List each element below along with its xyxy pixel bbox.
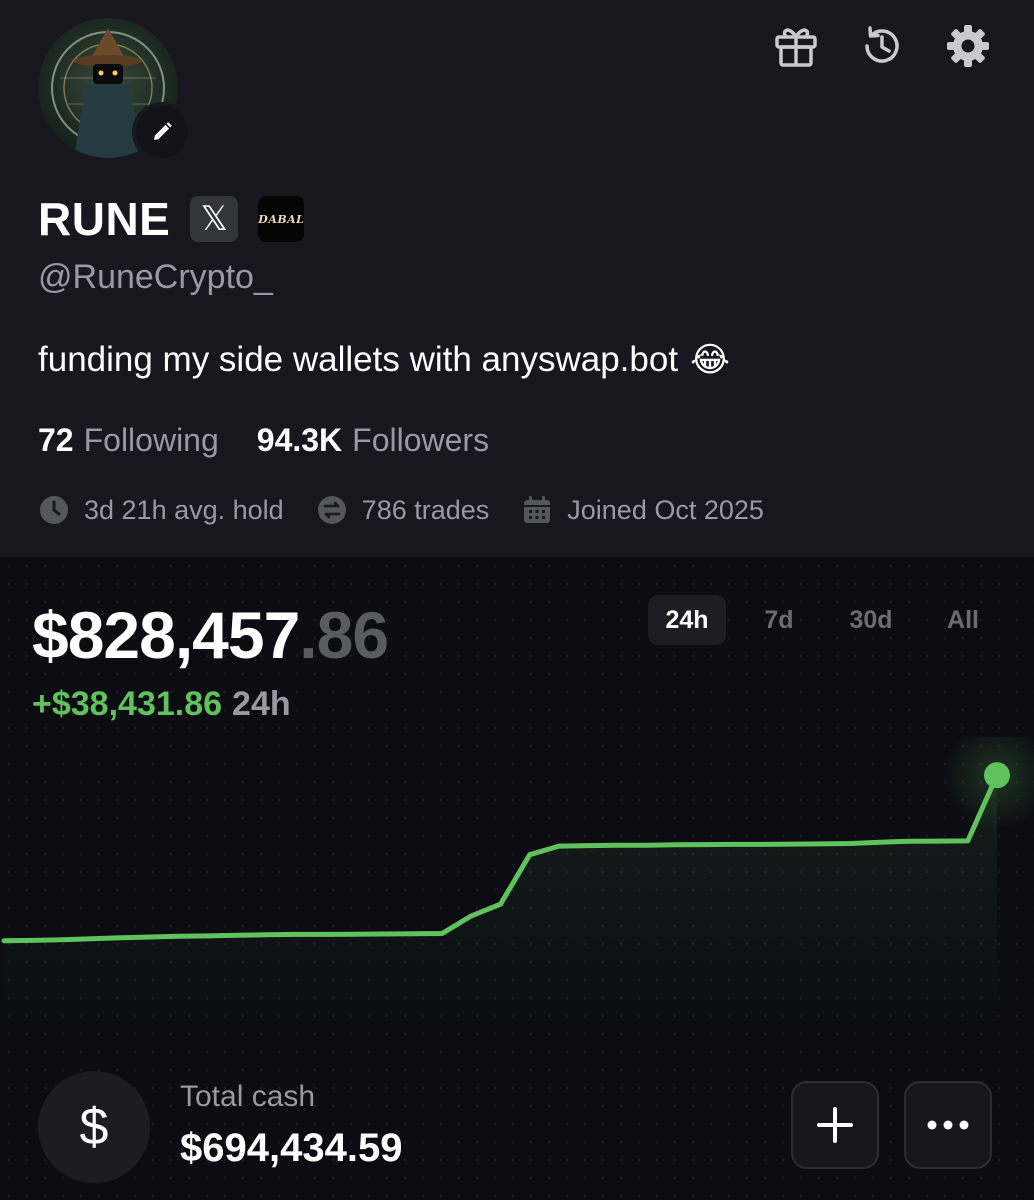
trades-text: 786 trades xyxy=(361,494,490,525)
username-handle: @RuneCrypto_ xyxy=(38,258,273,296)
bio-emoji: 😂 xyxy=(690,341,730,379)
gift-icon xyxy=(775,28,817,67)
history-button[interactable] xyxy=(858,22,906,70)
name-row: RUNE 𝕏 DABAL xyxy=(38,192,305,246)
period-all-tab[interactable]: All xyxy=(924,595,1002,645)
change-period: 24h xyxy=(232,685,291,723)
calendar-icon xyxy=(521,494,553,526)
pencil-icon xyxy=(154,122,172,140)
add-funds-button[interactable] xyxy=(791,1081,879,1169)
followers-count[interactable]: 94.3K xyxy=(257,422,342,459)
following-label[interactable]: Following xyxy=(84,422,219,459)
profile-meta: 3d 21h avg. hold 786 trades Joined Oct 2… xyxy=(38,494,796,526)
history-icon xyxy=(865,26,899,63)
display-name: RUNE xyxy=(38,193,171,245)
cash-icon: $ xyxy=(38,1071,150,1183)
gear-icon xyxy=(947,25,989,67)
period-30d-tab[interactable]: 30d xyxy=(832,595,910,645)
follow-stats: 72 Following 94.3K Followers xyxy=(38,422,489,459)
period-24h-tab[interactable]: 24h xyxy=(648,595,726,645)
avg-hold-stat: 3d 21h avg. hold xyxy=(38,494,284,526)
bio: funding my side wallets with anyswap.bot… xyxy=(38,340,730,380)
balance-main: $828,457 xyxy=(32,598,300,672)
settings-button[interactable] xyxy=(944,22,992,70)
rewards-button[interactable] xyxy=(772,22,820,70)
portfolio-balance: $828,457.86 xyxy=(32,597,389,673)
header-actions xyxy=(772,22,992,70)
period-7d-tab[interactable]: 7d xyxy=(740,595,818,645)
portfolio-chart[interactable] xyxy=(0,737,1034,1037)
trades-stat: 786 trades xyxy=(316,494,490,526)
bio-text: funding my side wallets with anyswap.bot xyxy=(38,340,679,379)
balance-cents: .86 xyxy=(299,598,389,672)
avg-hold-text: 3d 21h avg. hold xyxy=(84,494,284,525)
plus-icon xyxy=(817,1107,853,1143)
period-selector: 24h 7d 30d All xyxy=(648,595,1002,645)
followers-label[interactable]: Followers xyxy=(352,422,489,459)
balance-change: +$38,431.86 24h xyxy=(32,685,291,724)
profile-header: RUNE 𝕏 DABAL @RuneCrypto_ funding my sid… xyxy=(0,0,1034,557)
joined-stat: Joined Oct 2025 xyxy=(521,494,764,526)
following-count[interactable]: 72 xyxy=(38,422,74,459)
total-cash-label: Total cash xyxy=(180,1080,316,1113)
clock-icon xyxy=(38,494,70,526)
x-social-icon[interactable]: 𝕏 xyxy=(190,196,239,242)
more-options-button[interactable] xyxy=(904,1081,992,1169)
avatar-container[interactable] xyxy=(38,18,192,162)
chart-last-point xyxy=(942,737,1034,831)
joined-text: Joined Oct 2025 xyxy=(567,494,764,525)
chart-end-point xyxy=(984,762,1010,789)
profile-page: RUNE 𝕏 DABAL @RuneCrypto_ funding my sid… xyxy=(0,0,1034,1200)
dabal-badge-icon[interactable]: DABAL xyxy=(258,196,305,242)
total-cash-value: $694,434.59 xyxy=(180,1126,403,1170)
more-dots-icon xyxy=(927,1120,969,1130)
swap-icon xyxy=(316,494,348,526)
edit-avatar-button[interactable] xyxy=(132,102,192,162)
change-value: +$38,431.86 xyxy=(32,685,223,723)
